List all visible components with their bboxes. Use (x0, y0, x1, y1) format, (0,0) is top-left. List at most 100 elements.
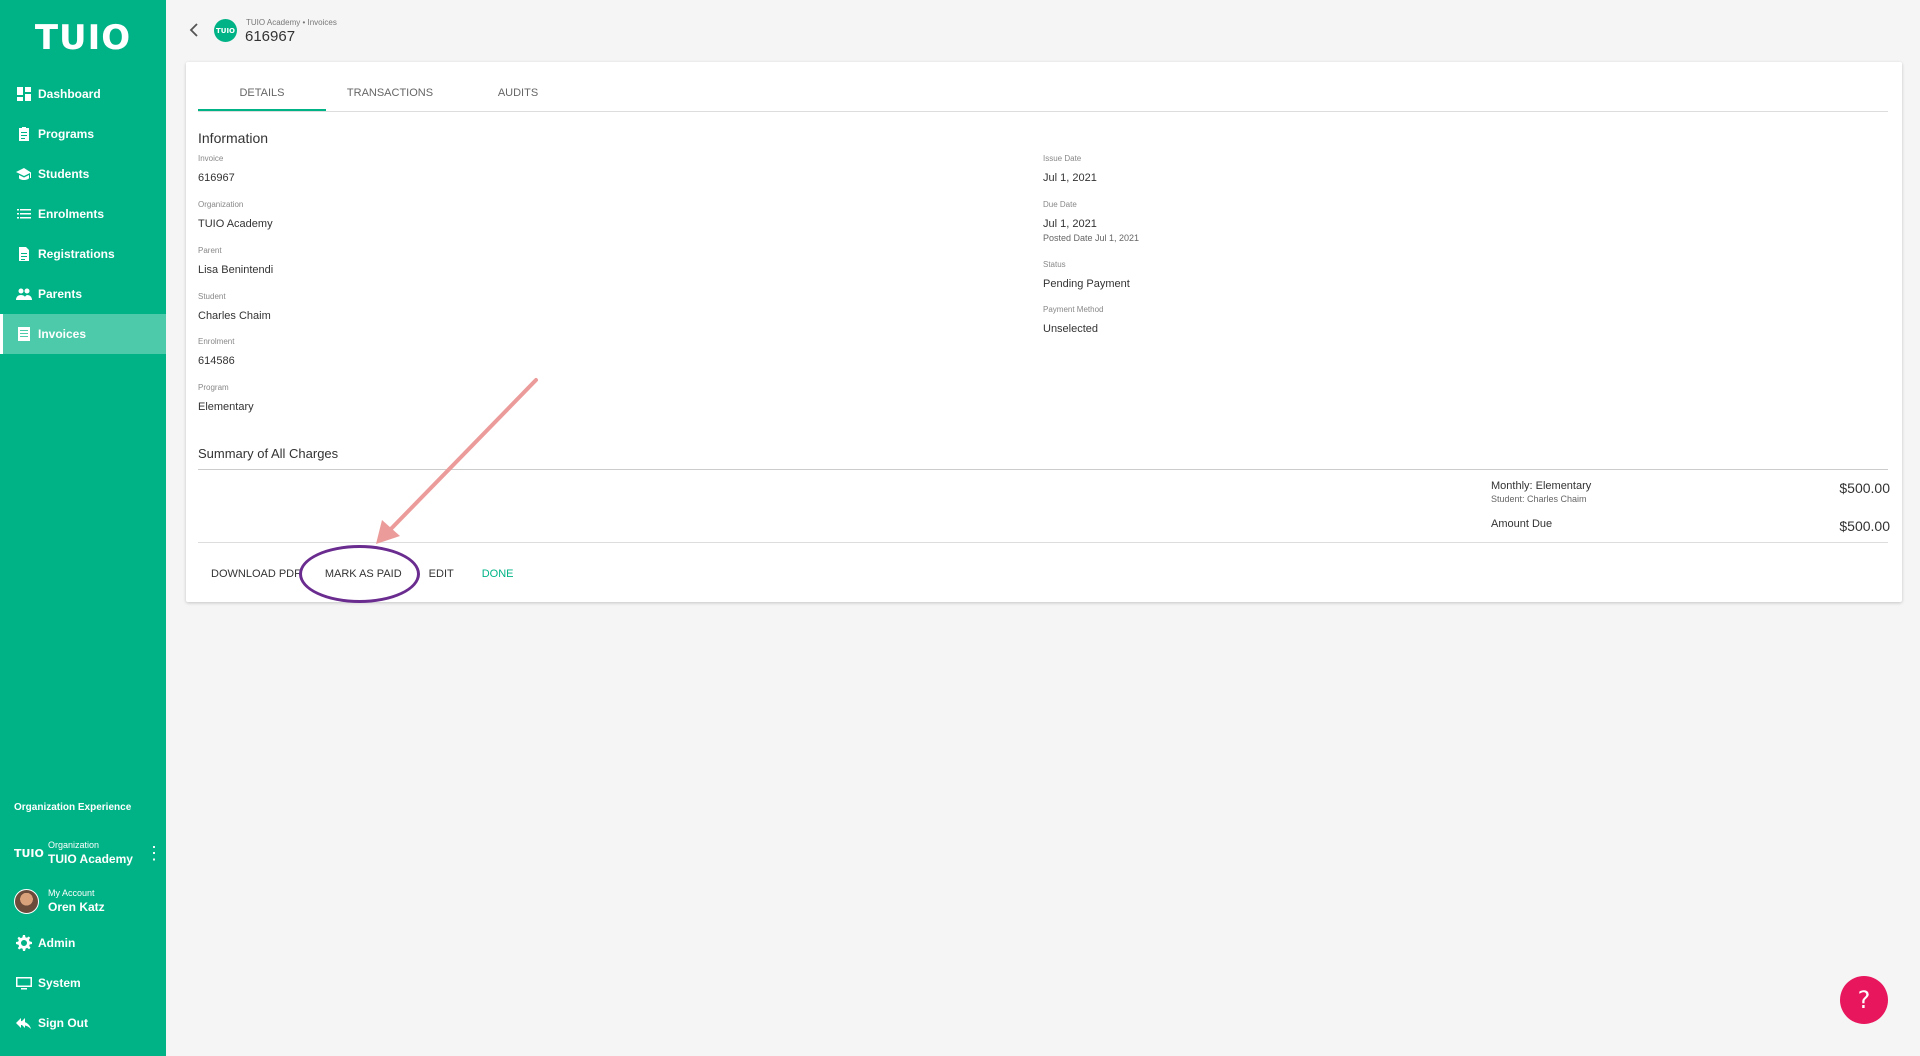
sidebar-item-dashboard[interactable]: Dashboard (0, 74, 166, 114)
field-value: Charles Chaim (198, 310, 271, 322)
sidebar-item-invoices[interactable]: Invoices (0, 314, 166, 354)
document-icon (19, 247, 29, 261)
field-label: Enrolment (198, 337, 235, 346)
breadcrumb: TUIO Academy • Invoices (246, 18, 337, 27)
help-button[interactable]: ? (1840, 976, 1888, 1024)
field-value: 616967 (198, 172, 235, 184)
sidebar-item-label: System (38, 976, 81, 990)
tab-audits[interactable]: AUDITS (454, 76, 582, 111)
action-bar: DOWNLOAD PDF MARK AS PAID EDIT DONE (198, 559, 514, 589)
field-parent: Parent Lisa Benintendi (198, 246, 273, 276)
field-value: Unselected (1043, 323, 1099, 335)
sidebar-nav: Dashboard Programs Students Enrolments R… (0, 74, 166, 354)
sidebar-item-label: Admin (38, 936, 76, 950)
field-issue-date: Issue Date Jul 1, 2021 (1043, 154, 1097, 184)
my-account[interactable]: My Account Oren Katz (0, 884, 166, 918)
org-avatar-logo: TUIO (214, 19, 237, 42)
org-experience-heading: Organization Experience (14, 802, 132, 813)
charge-name: Monthly: Elementary (1491, 480, 1592, 492)
field-value: Elementary (198, 401, 254, 413)
sidebar-item-system[interactable]: System (0, 963, 166, 1003)
field-program: Program Elementary (198, 383, 254, 413)
tab-details[interactable]: DETAILS (198, 76, 326, 111)
org-label: Organization (48, 840, 100, 850)
posted-date: Posted Date Jul 1, 2021 (1043, 233, 1140, 243)
tab-bar: DETAILS TRANSACTIONS AUDITS (198, 76, 1888, 112)
sidebar-item-programs[interactable]: Programs (0, 114, 166, 154)
clipboard-icon (19, 127, 29, 141)
field-payment-method: Payment Method Unselected (1043, 305, 1103, 335)
field-due-date: Due Date Jul 1, 2021 Posted Date Jul 1, … (1043, 200, 1139, 243)
field-label: Program (198, 383, 229, 392)
edit-button[interactable]: EDIT (429, 568, 454, 580)
field-organization: Organization TUIO Academy (198, 200, 273, 230)
sidebar-item-parents[interactable]: Parents (0, 274, 166, 314)
field-status: Status Pending Payment (1043, 260, 1130, 290)
gear-icon (16, 935, 32, 951)
field-label: Payment Method (1043, 305, 1104, 314)
field-value: Pending Payment (1043, 278, 1130, 290)
summary-heading: Summary of All Charges (198, 446, 339, 461)
sidebar-item-label: Enrolments (38, 207, 105, 221)
org-logo: TUIO (14, 846, 44, 860)
mark-as-paid-button[interactable]: MARK AS PAID (325, 568, 402, 580)
divider (198, 469, 1888, 470)
list-icon (17, 209, 31, 219)
sidebar-item-label: Programs (38, 127, 95, 141)
org-name: TUIO Academy (48, 852, 133, 866)
sidebar-item-sign-out[interactable]: Sign Out (0, 1003, 166, 1043)
field-label: Due Date (1043, 200, 1077, 209)
field-value: Jul 1, 2021 (1043, 218, 1097, 230)
sidebar-item-registrations[interactable]: Registrations (0, 234, 166, 274)
graduation-cap-icon (16, 168, 31, 180)
field-value: Lisa Benintendi (198, 264, 274, 276)
invoice-card: DETAILS TRANSACTIONS AUDITS Information … (186, 62, 1902, 602)
done-button[interactable]: DONE (482, 568, 514, 580)
people-icon (16, 288, 32, 300)
amount-due-value: $500.00 (1839, 518, 1890, 534)
divider (198, 542, 1888, 543)
charge-student: Student: Charles Chaim (1491, 494, 1587, 504)
sidebar-item-enrolments[interactable]: Enrolments (0, 194, 166, 234)
field-label: Issue Date (1043, 154, 1082, 163)
field-value: Jul 1, 2021 (1043, 172, 1097, 184)
amount-due-label: Amount Due (1491, 518, 1553, 530)
download-pdf-button[interactable]: DOWNLOAD PDF (211, 568, 301, 580)
field-value: 614586 (198, 355, 235, 367)
dashboard-icon (17, 87, 31, 101)
chevron-left-icon (189, 23, 198, 37)
field-label: Parent (198, 246, 222, 255)
sidebar-bottom-nav: Admin System Sign Out (0, 923, 166, 1043)
sidebar-item-label: Sign Out (38, 1016, 88, 1030)
field-label: Student (198, 292, 226, 301)
sidebar-item-label: Registrations (38, 247, 115, 261)
sidebar-item-admin[interactable]: Admin (0, 923, 166, 963)
field-invoice: Invoice 616967 (198, 154, 235, 184)
more-vert-icon[interactable]: ⋮ (142, 844, 166, 862)
org-text: Organization TUIO Academy (48, 840, 142, 866)
sidebar-item-students[interactable]: Students (0, 154, 166, 194)
monitor-icon (16, 977, 32, 990)
sidebar: TUIO Dashboard Programs Students Enrolme… (0, 0, 166, 1056)
sidebar-item-label: Students (38, 167, 90, 181)
avatar (14, 888, 39, 914)
field-label: Organization (198, 200, 244, 209)
sidebar-item-label: Invoices (38, 327, 87, 341)
field-label: Invoice (198, 154, 224, 163)
organization-switcher[interactable]: TUIO Organization TUIO Academy ⋮ (0, 836, 166, 870)
field-value: TUIO Academy (198, 218, 273, 230)
field-label: Status (1043, 260, 1066, 269)
back-button[interactable] (186, 22, 202, 38)
field-student: Student Charles Chaim (198, 292, 271, 322)
page-title: 616967 (245, 28, 296, 45)
tuio-logo: TUIO (34, 18, 132, 58)
sidebar-item-label: Dashboard (38, 87, 101, 101)
tab-transactions[interactable]: TRANSACTIONS (326, 76, 454, 111)
field-enrolment: Enrolment 614586 (198, 337, 235, 367)
invoice-icon (18, 327, 30, 341)
account-label: My Account (48, 888, 95, 898)
sign-out-icon (16, 1018, 31, 1029)
sidebar-item-label: Parents (38, 287, 83, 301)
information-heading: Information (198, 130, 269, 146)
account-name: Oren Katz (48, 900, 105, 914)
